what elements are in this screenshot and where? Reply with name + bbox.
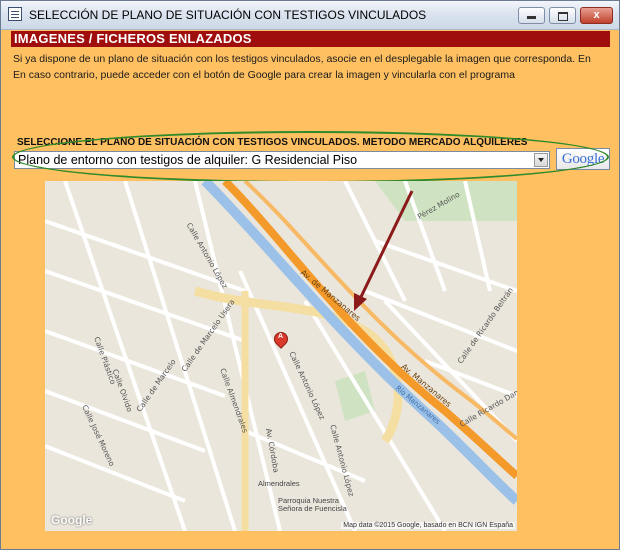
- app-icon: [8, 7, 22, 21]
- window-title: SELECCIÓN DE PLANO DE SITUACIÓN CON TEST…: [29, 8, 427, 22]
- maximize-button[interactable]: [549, 7, 576, 24]
- section-header: IMAGENES / FICHEROS ENLAZADOS: [11, 31, 610, 47]
- info-text-line2: En caso contrario, puede acceder con el …: [13, 69, 515, 81]
- google-logo-text: Google: [561, 151, 605, 167]
- minimize-button[interactable]: [518, 7, 545, 24]
- google-map-logo: Google: [51, 513, 93, 527]
- map-attribution: Map data ©2015 Google, basado en BCN IGN…: [341, 522, 515, 529]
- google-button[interactable]: Google: [556, 148, 610, 170]
- info-text-line1: Si ya dispone de un plano de situación c…: [13, 53, 591, 65]
- poi-label: Parroquia Nuestra Señora de Fuencisla: [278, 496, 347, 513]
- plan-select-value: Plano de entorno con testigos de alquile…: [18, 153, 358, 167]
- poi-label: Almendrales: [258, 479, 300, 488]
- maximize-icon: [557, 12, 568, 21]
- selector-label: SELECCIONE EL PLANO DE SITUACIÓN CON TES…: [17, 137, 528, 148]
- chevron-down-icon[interactable]: [534, 153, 548, 167]
- plan-select[interactable]: Plano de entorno con testigos de alquile…: [14, 151, 550, 169]
- close-icon: x: [593, 9, 600, 21]
- minimize-icon: [527, 16, 536, 19]
- title-bar[interactable]: SELECCIÓN DE PLANO DE SITUACIÓN CON TEST…: [1, 1, 619, 30]
- dialog-window: SELECCIÓN DE PLANO DE SITUACIÓN CON TEST…: [0, 0, 620, 550]
- map-marker-label: A: [278, 333, 284, 340]
- close-button[interactable]: x: [580, 7, 613, 24]
- map-image: A Calle Antonio López Calle Antonio Lópe…: [45, 181, 517, 531]
